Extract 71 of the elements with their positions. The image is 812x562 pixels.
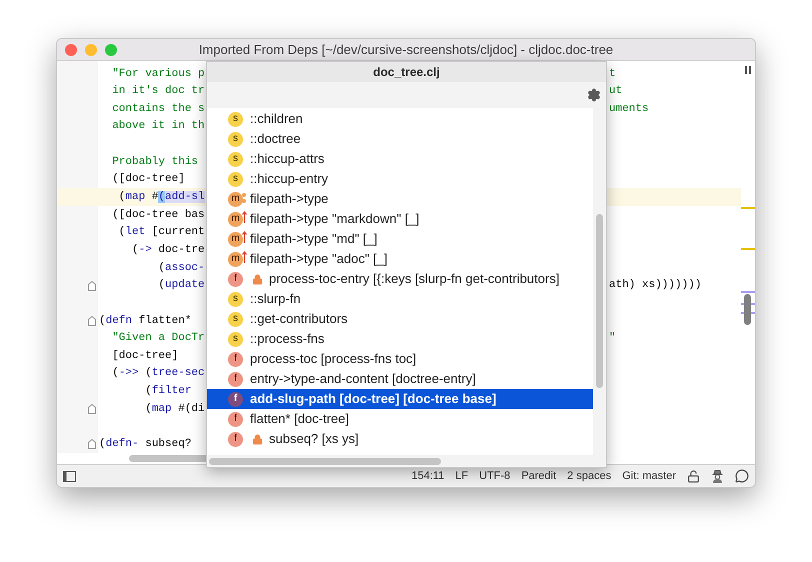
code-text: "For various p [111,66,205,82]
structure-item[interactable]: f subseq? [xs ys] [207,429,593,449]
code-text: (let [current [118,225,205,240]
code-text: [doc-tree] [111,348,178,364]
structure-item[interactable]: m filepath->type "markdown" [_] [207,209,593,229]
code-text: (map #(di [144,402,205,417]
code-text: ([doc-tree bas [111,208,205,223]
panel-toggle-icon[interactable] [63,470,76,482]
warning-marker[interactable] [741,207,755,209]
structure-item[interactable]: f flatten* [doc-tree] [207,409,593,429]
usage-marker[interactable] [741,291,755,293]
zoom-button[interactable] [105,44,117,56]
structure-item[interactable]: s ::hiccup-entry [207,169,593,189]
status-item[interactable]: 154:11 [411,468,444,484]
structure-item[interactable]: s ::get-contributors [207,309,593,329]
code-text: (->> (tree-sec [111,366,205,382]
status-item[interactable]: UTF-8 [479,468,510,484]
structure-item[interactable]: s ::process-fns [207,329,593,349]
code-text: (update [157,278,205,294]
popup-title: doc_tree.clj [373,64,440,81]
code-text: "Given a DocTr [111,331,205,346]
structure-item[interactable]: f entry->type-and-content [doctree-entry] [207,369,593,389]
scrollbar-thumb[interactable] [596,214,603,388]
structure-item[interactable]: s ::slurp-fn [207,289,593,309]
code-text: (assoc- [157,260,205,276]
code-text: in it's doc tr [111,84,205,100]
structure-item[interactable]: s ::doctree [207,129,593,149]
symbol-icon: m [228,191,246,207]
code-text: Probably this [111,154,198,170]
code-text: ath) xs))))))) [609,278,702,294]
scrollbar-thumb[interactable] [209,458,441,464]
code-text: uments [609,102,649,117]
structure-item[interactable]: m filepath->type "adoc" [_] [207,249,593,269]
status-item[interactable]: Git: master [622,468,676,484]
code-text: (filter [144,384,192,400]
fold-marker-icon[interactable] [88,404,96,414]
structure-item[interactable]: f process-toc [process-fns toc] [207,349,593,369]
chat-icon[interactable] [735,469,749,483]
structure-item[interactable]: f process-toc-entry [{:keys [slurp-fn get-contributors] [207,269,593,289]
fold-marker-icon[interactable] [88,316,96,326]
code-text: above it in th [111,119,205,134]
structure-item[interactable]: m filepath->type "md" [_] [207,229,593,249]
structure-item[interactable]: m filepath->type [207,189,593,209]
window-title: Imported From Deps [~/dev/cursive-screenshots/cljdoc] - cljdoc.doc-tree [198,40,614,59]
fold-marker-icon[interactable] [88,439,96,450]
scrollbar-thumb[interactable] [744,294,751,325]
warning-marker[interactable] [741,248,755,250]
code-text: (map #(add-sl [118,190,205,206]
code-text: (defn flatten* [99,314,192,329]
status-item[interactable]: Paredit [521,468,556,484]
structure-item[interactable]: s ::children [207,109,593,129]
structure-item[interactable]: f add-slug-path [doc-tree] [doc-tree base] [207,389,593,409]
code-text: ut [609,84,622,100]
code-text: (defn- subseq? [99,437,192,452]
code-text: " [609,331,616,346]
code-text: t [609,66,616,82]
structure-item[interactable]: s ::hiccup-attrs [207,149,593,169]
symbol-icon: m [228,251,246,267]
code-text: (-> doc-tre [131,242,205,258]
lock-icon[interactable] [687,470,700,482]
symbol-icon: m [228,211,246,227]
status-item[interactable]: 2 spaces [567,468,612,484]
person-icon[interactable] [711,470,724,482]
code-text: ([doc-tree] [111,172,185,188]
close-button[interactable] [65,44,77,56]
status-item[interactable]: LF [455,468,468,484]
symbol-icon: m [228,231,246,247]
code-text: contains the s [111,102,205,117]
settings-icon[interactable] [587,88,601,102]
fold-marker-icon[interactable] [88,280,96,290]
inspection-icon[interactable] [745,66,751,74]
